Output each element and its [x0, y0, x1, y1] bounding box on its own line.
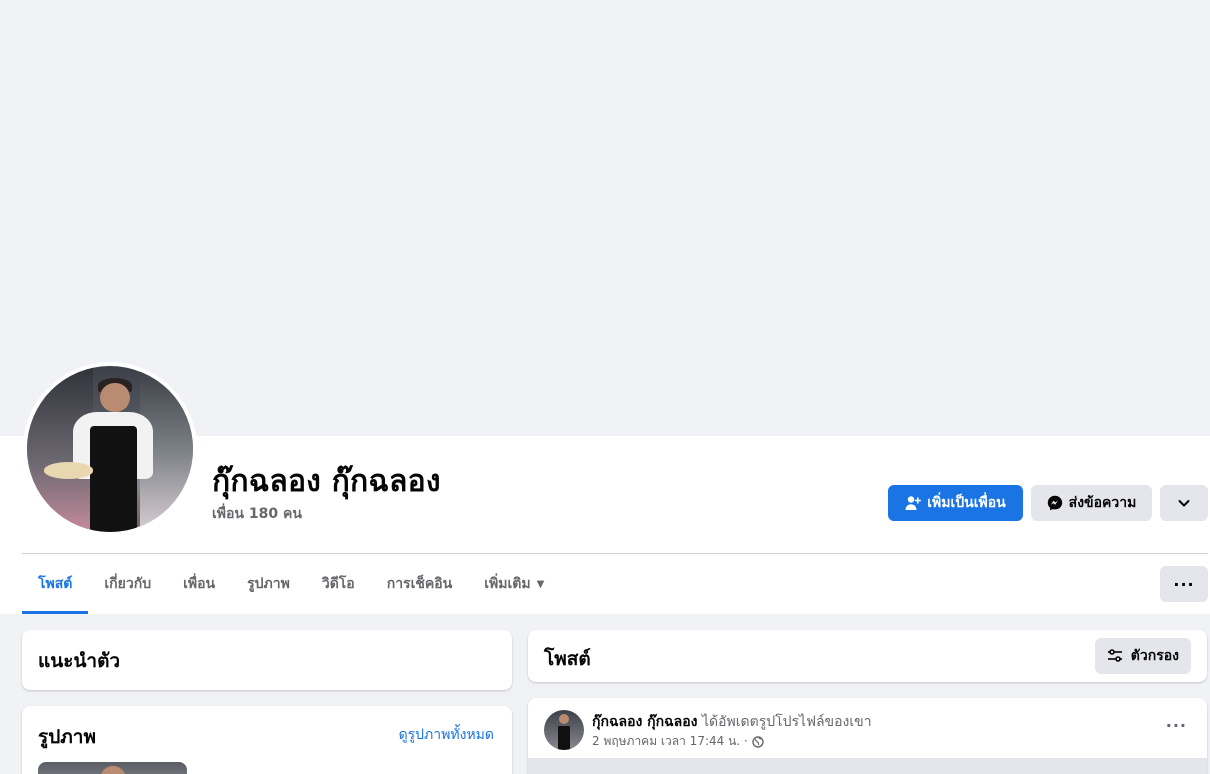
- tab-friends[interactable]: เพื่อน: [167, 554, 231, 614]
- intro-card: แนะนำตัว: [22, 630, 512, 690]
- messenger-icon: [1047, 495, 1062, 511]
- tab-about[interactable]: เกี่ยวกับ: [88, 554, 167, 614]
- avatar-photo: [27, 366, 193, 532]
- post-more-button[interactable]: ···: [1166, 716, 1187, 735]
- post-header-line: กุ๊กฉลอง กุ๊กฉลอง ได้อัพเดตรูปโปรไฟล์ของ…: [592, 711, 872, 733]
- see-all-photos-link[interactable]: ดูรูปภาพทั้งหมด: [399, 724, 494, 746]
- ellipsis-icon: ···: [1173, 574, 1195, 594]
- tab-checkins[interactable]: การเช็คอิน: [371, 554, 469, 614]
- photo-thumbnail[interactable]: [38, 762, 187, 774]
- intro-title: แนะนำตัว: [38, 650, 121, 672]
- post-meta: 2 พฤษภาคม เวลา 17:44 น. ·: [592, 732, 764, 751]
- post-author-avatar[interactable]: [544, 710, 584, 750]
- tabs-more-button[interactable]: ···: [1160, 566, 1208, 602]
- tab-more[interactable]: เพิ่มเติม ▼: [468, 554, 560, 614]
- profile-name: กุ๊กฉลอง กุ๊กฉลอง: [212, 464, 441, 499]
- post-timestamp[interactable]: 2 พฤษภาคม เวลา 17:44 น. ·: [592, 732, 748, 751]
- post-card: กุ๊กฉลอง กุ๊กฉลอง ได้อัพเดตรูปโปรไฟล์ของ…: [528, 698, 1207, 774]
- ellipsis-icon: ···: [1165, 716, 1187, 735]
- posts-title: โพสต์: [544, 648, 591, 670]
- photos-card: รูปภาพ ดูรูปภาพทั้งหมด: [22, 706, 512, 774]
- friends-count[interactable]: เพื่อน 180 คน: [212, 503, 302, 525]
- photos-title: รูปภาพ: [38, 726, 96, 748]
- post-action-text: ได้อัพเดตรูปโปรไฟล์ของเขา: [701, 714, 872, 730]
- profile-avatar[interactable]: [23, 362, 197, 536]
- send-message-label: ส่งข้อความ: [1068, 495, 1137, 511]
- profile-more-button[interactable]: [1160, 485, 1208, 521]
- globe-icon: [752, 735, 764, 748]
- add-friend-button[interactable]: เพิ่มเป็นเพื่อน: [888, 485, 1023, 521]
- post-author-name[interactable]: กุ๊กฉลอง กุ๊กฉลอง: [592, 714, 698, 730]
- add-friend-icon: [905, 496, 922, 510]
- post-media[interactable]: [528, 758, 1207, 774]
- posts-header-card: โพสต์ ตัวกรอง: [528, 630, 1207, 682]
- filter-label: ตัวกรอง: [1130, 648, 1179, 664]
- caret-down-icon: ▼: [536, 578, 545, 590]
- filter-icon: [1107, 649, 1122, 662]
- chevron-down-icon: [1178, 500, 1190, 507]
- profile-tabs: โพสต์ เกี่ยวกับ เพื่อน รูปภาพ วิดีโอ การ…: [22, 554, 560, 614]
- add-friend-label: เพิ่มเป็นเพื่อน: [927, 495, 1006, 511]
- tab-photos[interactable]: รูปภาพ: [231, 554, 306, 614]
- tab-videos[interactable]: วิดีโอ: [306, 554, 371, 614]
- filter-button[interactable]: ตัวกรอง: [1094, 638, 1191, 674]
- tab-posts[interactable]: โพสต์: [22, 554, 89, 614]
- send-message-button[interactable]: ส่งข้อความ: [1031, 485, 1152, 521]
